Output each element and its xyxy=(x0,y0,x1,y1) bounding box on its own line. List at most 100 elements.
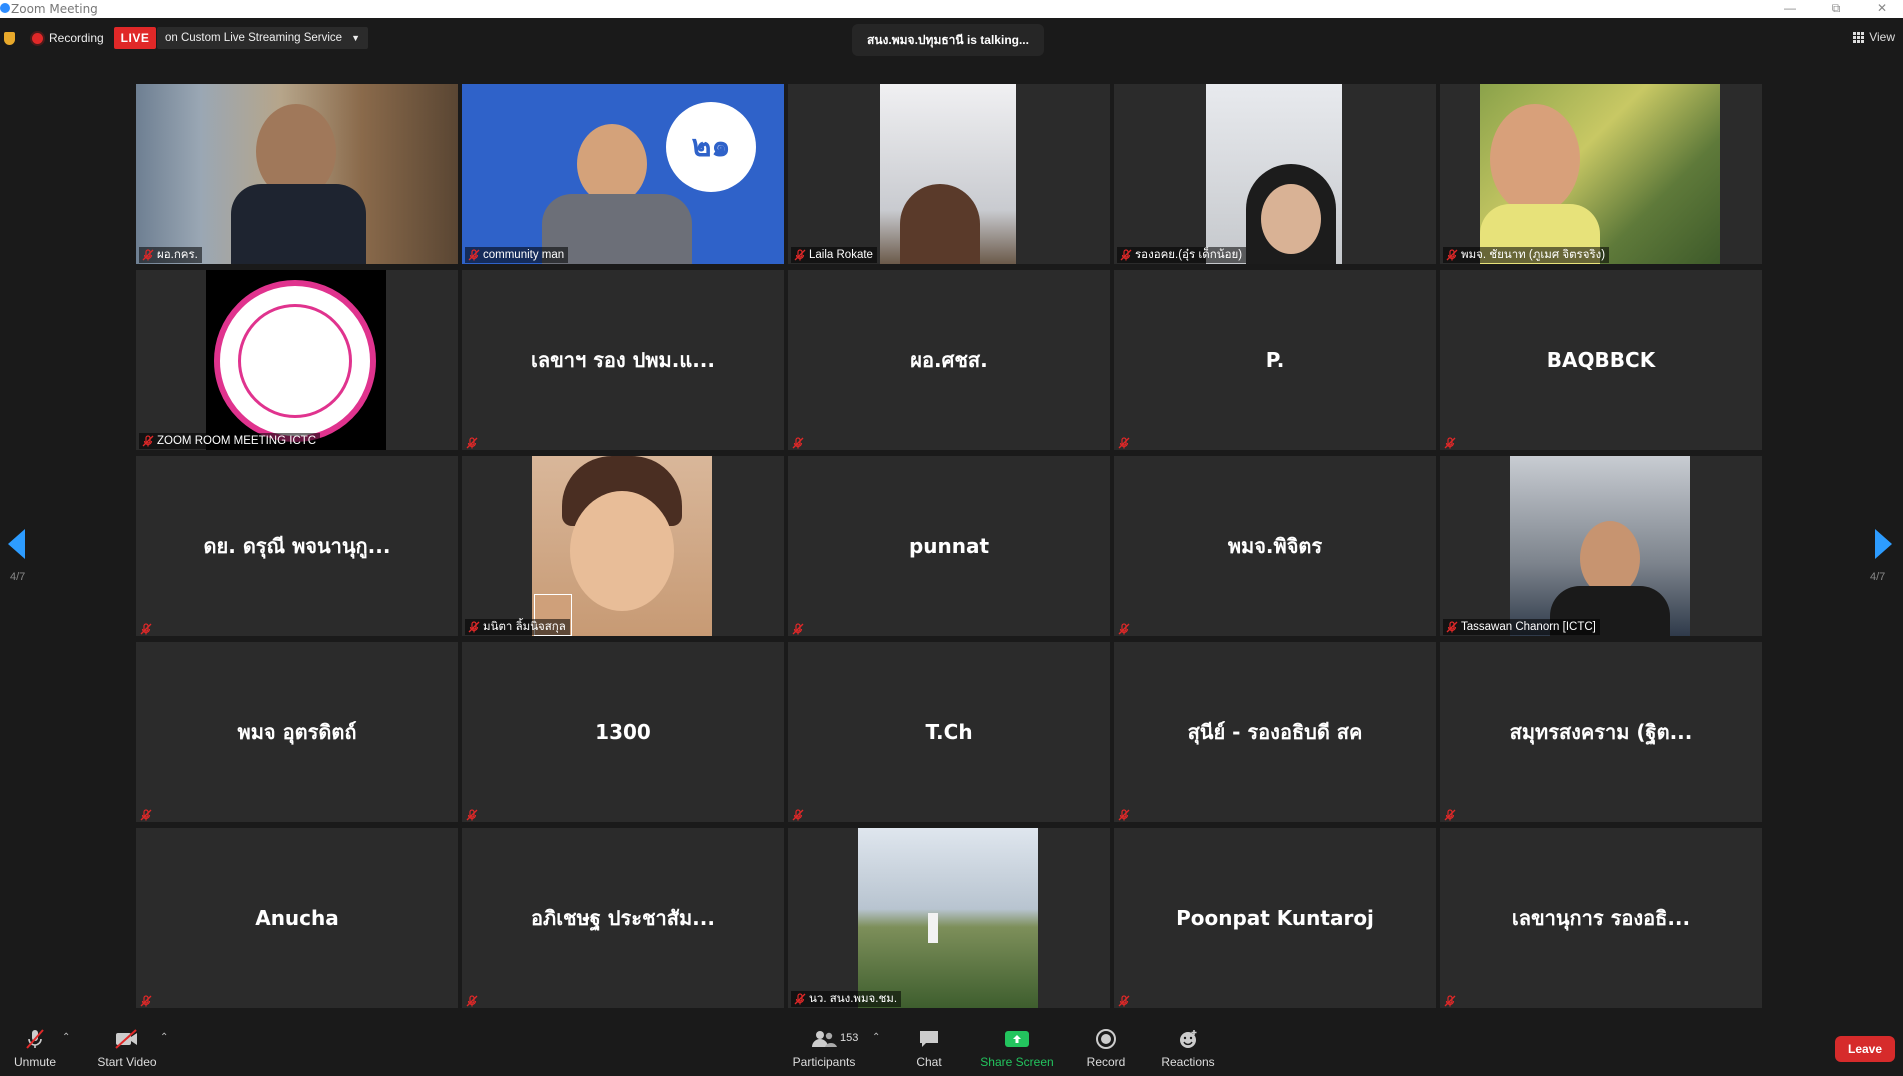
reactions-label: Reactions xyxy=(1161,1055,1215,1069)
participant-tile[interactable]: BAQBBCK xyxy=(1440,270,1762,450)
person-face xyxy=(1261,184,1321,254)
next-page-arrow-icon[interactable] xyxy=(1875,529,1892,559)
participants-options-caret-icon[interactable]: ⌃ xyxy=(872,1032,880,1043)
participant-name: สุนีย์ - รองอธิบดี สค xyxy=(1187,720,1363,744)
chat-button[interactable]: Chat xyxy=(910,1028,948,1069)
active-speaker-banner: สนง.พมจ.ปทุมธานี is talking... xyxy=(852,24,1044,56)
leave-button[interactable]: Leave xyxy=(1835,1036,1895,1062)
stream-service-label: on Custom Live Streaming Service xyxy=(165,32,343,44)
person-body xyxy=(231,184,366,264)
participant-name: P. xyxy=(1265,348,1285,372)
participant-video xyxy=(532,456,712,636)
participant-tile[interactable]: รองอคย.(อุ๋ร เด็กน้อย) xyxy=(1114,84,1436,264)
muted-mic-icon xyxy=(468,621,480,633)
participant-tile[interactable]: สมุทรสงคราม (ฐิต... xyxy=(1440,642,1762,822)
participant-name: 1300 xyxy=(595,720,651,744)
participant-video xyxy=(1510,456,1690,636)
restore-icon[interactable]: ⧉ xyxy=(1813,0,1859,18)
participant-tile[interactable]: T.Ch xyxy=(788,642,1110,822)
audio-options-caret-icon[interactable]: ⌃ xyxy=(62,1032,70,1043)
participant-name: T.Ch xyxy=(925,720,973,744)
muted-mic-icon xyxy=(1120,249,1132,261)
muted-mic-icon xyxy=(140,994,152,1007)
participant-tile[interactable]: เลขาฯ รอง ปพม.แ... xyxy=(462,270,784,450)
participant-name: อภิเชษฐ ประชาสัม... xyxy=(531,906,715,930)
record-button[interactable]: Record xyxy=(1086,1028,1126,1069)
meeting-toolbar: Unmute ⌃ Start Video ⌃ Participants 153 … xyxy=(0,1024,1903,1076)
participant-name: BAQBBCK xyxy=(1546,348,1656,372)
participant-name: เลขานุการ รองอธิ... xyxy=(1511,906,1691,930)
muted-mic-icon xyxy=(140,622,152,635)
participant-tile[interactable]: ผอ.ศชส. xyxy=(788,270,1110,450)
previous-page-arrow-icon[interactable] xyxy=(8,529,25,559)
participant-tile[interactable]: พมจ. ชัยนาท (ภูเมศ จิตรจริง) xyxy=(1440,84,1762,264)
participant-tile[interactable]: P. xyxy=(1114,270,1436,450)
participant-label: Laila Rokate xyxy=(791,247,877,263)
muted-microphone-icon xyxy=(12,1028,58,1050)
unmute-button[interactable]: Unmute xyxy=(12,1028,58,1069)
muted-mic-icon xyxy=(1444,808,1456,821)
ministry-seal-logo xyxy=(214,280,376,442)
participant-name: พมจ.พิจิตร xyxy=(1227,534,1323,558)
muted-mic-icon xyxy=(792,808,804,821)
participant-tile[interactable]: พมจ อุตรดิตถ์ xyxy=(136,642,458,822)
participant-tile[interactable]: สุนีย์ - รองอธิบดี สค xyxy=(1114,642,1436,822)
participant-tile[interactable]: Poonpat Kuntaroj xyxy=(1114,828,1436,1008)
muted-mic-icon xyxy=(140,808,152,821)
start-video-button[interactable]: Start Video xyxy=(96,1028,158,1069)
close-icon[interactable]: ✕ xyxy=(1859,0,1903,18)
participant-tile[interactable]: ดย. ดรุณี พจนานุกู... xyxy=(136,456,458,636)
muted-mic-icon xyxy=(1444,994,1456,1007)
participant-tile[interactable]: Laila Rokate xyxy=(788,84,1110,264)
grid-view-icon xyxy=(1853,31,1865,43)
participant-tile[interactable]: Tassawan Chanorn [ICTC] xyxy=(1440,456,1762,636)
participant-tile[interactable]: ZOOM ROOM MEETING ICTC xyxy=(136,270,458,450)
live-stream-dropdown[interactable]: on Custom Live Streaming Service ▼ xyxy=(157,27,368,49)
participant-label: ZOOM ROOM MEETING ICTC xyxy=(139,433,321,449)
chat-icon xyxy=(910,1028,948,1050)
record-label: Record xyxy=(1086,1055,1126,1069)
participant-name: เลขาฯ รอง ปพม.แ... xyxy=(530,348,715,372)
live-badge[interactable]: LIVE xyxy=(114,27,156,49)
muted-mic-icon xyxy=(1444,436,1456,449)
muted-mic-icon xyxy=(466,436,478,449)
video-options-caret-icon[interactable]: ⌃ xyxy=(160,1032,168,1043)
participant-name: ผอ.ศชส. xyxy=(910,348,988,372)
participant-tile[interactable]: ๒๑ community man xyxy=(462,84,784,264)
participant-tile[interactable]: เลขานุการ รองอธิ... xyxy=(1440,828,1762,1008)
participant-video xyxy=(858,828,1038,1008)
view-button[interactable]: View xyxy=(1853,30,1895,44)
reactions-icon xyxy=(1160,1028,1216,1050)
participant-label: รองอคย.(อุ๋ร เด็กน้อย) xyxy=(1117,247,1247,263)
person-face xyxy=(577,124,647,204)
person-hair xyxy=(900,184,980,264)
participant-tile[interactable]: มนิตา ลิ้มนิจสกุล xyxy=(462,456,784,636)
participant-tile[interactable]: พมจ.พิจิตร xyxy=(1114,456,1436,636)
participant-tile[interactable]: 1300 xyxy=(462,642,784,822)
participant-name: punnat xyxy=(908,534,990,558)
participant-tile[interactable]: นว. สนง.พมจ.ชม. xyxy=(788,828,1110,1008)
participant-label: ผอ.กคร. xyxy=(139,247,202,263)
muted-mic-icon xyxy=(1118,808,1130,821)
meeting-top-bar: Recording LIVE on Custom Live Streaming … xyxy=(0,18,1903,78)
participant-tile[interactable]: อภิเชษฐ ประชาสัม... xyxy=(462,828,784,1008)
participant-label: มนิตา ลิ้มนิจสกุล xyxy=(465,619,570,635)
reactions-button[interactable]: Reactions xyxy=(1160,1028,1216,1069)
minimize-icon[interactable]: — xyxy=(1767,0,1813,18)
security-shield-icon[interactable] xyxy=(4,32,15,45)
participant-tile[interactable]: punnat xyxy=(788,456,1110,636)
participant-video xyxy=(136,84,458,264)
participants-count: 153 xyxy=(840,1032,859,1044)
zoom-app-icon xyxy=(0,3,10,13)
participant-tile[interactable]: Anucha xyxy=(136,828,458,1008)
participant-video xyxy=(1206,84,1342,264)
participant-tile[interactable]: ผอ.กคร. xyxy=(136,84,458,264)
recording-indicator[interactable]: Recording xyxy=(32,28,104,48)
participant-name: Anucha xyxy=(255,906,339,930)
participant-name: ดย. ดรุณี พจนานุกู... xyxy=(203,534,391,558)
participant-video: ๒๑ xyxy=(462,84,784,264)
share-screen-icon xyxy=(980,1028,1054,1050)
muted-mic-icon xyxy=(792,622,804,635)
share-screen-button[interactable]: Share Screen xyxy=(980,1028,1054,1069)
person-figure xyxy=(928,913,938,943)
